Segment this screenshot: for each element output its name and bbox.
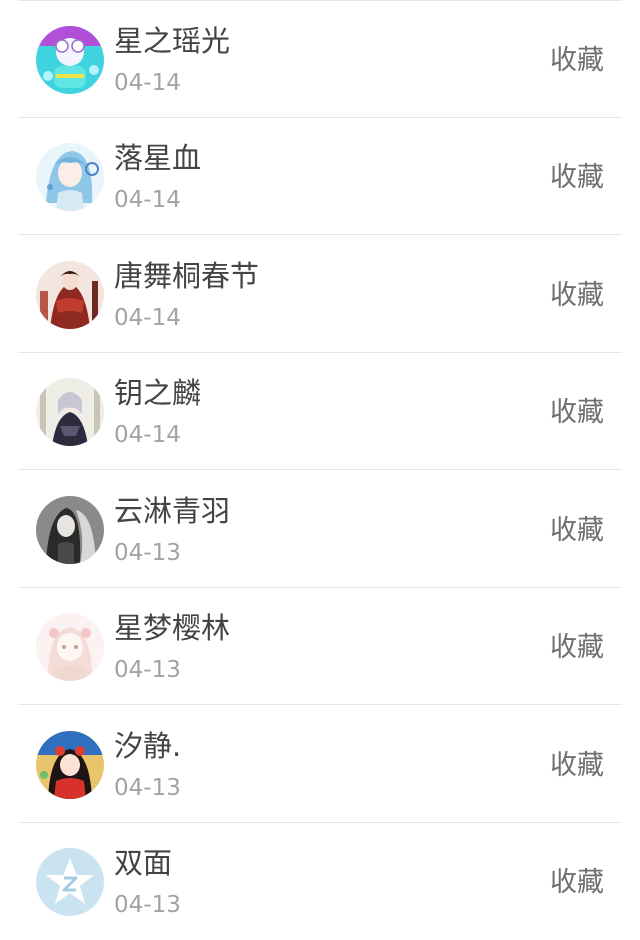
- avatar-image: [36, 731, 104, 799]
- anime-blue-hair-avatar-icon[interactable]: [36, 143, 104, 211]
- divider: [18, 704, 622, 705]
- anime-cat-ears-avatar-icon[interactable]: [36, 26, 104, 94]
- avatar-image: [36, 848, 104, 916]
- user-name: 汐静.: [114, 729, 182, 763]
- user-name: 唐舞桐春节: [114, 259, 260, 293]
- user-date: 04-14: [114, 422, 181, 448]
- list-item[interactable]: 双面 04-13 收藏: [0, 823, 640, 940]
- favorite-button[interactable]: 收藏: [550, 630, 604, 666]
- user-date: 04-14: [114, 70, 181, 96]
- anime-red-girl-avatar-icon[interactable]: [36, 731, 104, 799]
- anime-grey-sketch-avatar-icon[interactable]: [36, 496, 104, 564]
- user-date: 04-13: [114, 892, 181, 918]
- user-list: 星之瑶光 04-14 收藏 落星血 04-14 收藏 唐舞桐春节 04-14 收…: [0, 0, 640, 935]
- favorite-button[interactable]: 收藏: [550, 278, 604, 314]
- favorite-button[interactable]: 收藏: [550, 865, 604, 901]
- avatar-image: [36, 496, 104, 564]
- avatar-image: [36, 143, 104, 211]
- avatar-image: [36, 261, 104, 329]
- list-item[interactable]: 云淋青羽 04-13 收藏: [0, 471, 640, 588]
- user-name: 双面: [114, 846, 173, 880]
- list-item[interactable]: 钥之麟 04-14 收藏: [0, 353, 640, 470]
- user-date: 04-13: [114, 657, 181, 683]
- user-name: 星之瑶光: [114, 24, 231, 58]
- list-item[interactable]: 汐静. 04-13 收藏: [0, 706, 640, 823]
- avatar-image: [36, 26, 104, 94]
- user-name: 钥之麟: [114, 376, 202, 410]
- favorite-button[interactable]: 收藏: [550, 160, 604, 196]
- user-date: 04-14: [114, 305, 181, 331]
- list-item[interactable]: 落星血 04-14 收藏: [0, 118, 640, 235]
- user-date: 04-13: [114, 540, 181, 566]
- avatar-image: [36, 378, 104, 446]
- favorite-button[interactable]: 收藏: [550, 513, 604, 549]
- divider: [18, 234, 622, 235]
- user-name: 星梦樱林: [114, 611, 231, 645]
- list-item[interactable]: 星之瑶光 04-14 收藏: [0, 1, 640, 118]
- user-date: 04-13: [114, 775, 181, 801]
- anime-dark-dress-avatar-icon[interactable]: [36, 378, 104, 446]
- default-star-avatar-icon[interactable]: [36, 848, 104, 916]
- anime-pastel-avatar-icon[interactable]: [36, 613, 104, 681]
- list-item[interactable]: 星梦樱林 04-13 收藏: [0, 588, 640, 705]
- anime-red-dress-avatar-icon[interactable]: [36, 261, 104, 329]
- favorite-button[interactable]: 收藏: [550, 748, 604, 784]
- user-name: 云淋青羽: [114, 494, 231, 528]
- user-name: 落星血: [114, 141, 202, 175]
- list-item[interactable]: 唐舞桐春节 04-14 收藏: [0, 236, 640, 353]
- favorite-button[interactable]: 收藏: [550, 43, 604, 79]
- avatar-image: [36, 613, 104, 681]
- divider: [18, 469, 622, 470]
- user-date: 04-14: [114, 187, 181, 213]
- favorite-button[interactable]: 收藏: [550, 395, 604, 431]
